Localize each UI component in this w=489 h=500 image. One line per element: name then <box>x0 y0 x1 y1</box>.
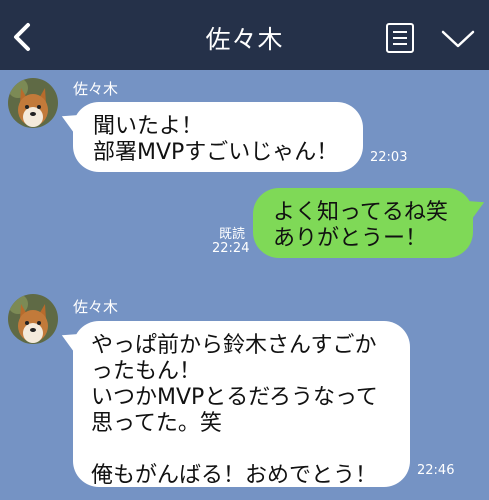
incoming-message-bubble[interactable]: 聞いたよ！ 部署MVPすごいじゃん！ <box>73 102 363 172</box>
menu-icon <box>386 23 414 53</box>
chevron-down-icon <box>441 30 475 48</box>
dropdown-button[interactable] <box>440 28 476 50</box>
sender-name: 佐々木 <box>73 80 119 98</box>
read-status: 既読 <box>218 227 245 242</box>
outgoing-message-bubble[interactable]: よく知ってるね笑 ありがとうー！ <box>253 188 473 258</box>
avatar[interactable] <box>8 78 58 128</box>
message-time: 22:46 <box>417 463 455 478</box>
avatar[interactable] <box>8 294 58 344</box>
shiba-dog-avatar-icon <box>8 78 58 128</box>
message-time: 22:24 <box>212 241 250 256</box>
shiba-dog-avatar-icon <box>8 294 58 344</box>
menu-button[interactable] <box>385 23 415 53</box>
message-time: 22:03 <box>370 150 408 165</box>
chat-header: 佐々木 <box>0 0 489 70</box>
chat-title: 佐々木 <box>205 25 284 54</box>
incoming-message-bubble[interactable]: やっぱ前から鈴木さんすごかったもん！ いつかMVPとるだろうなって思ってた。笑 … <box>73 321 410 488</box>
sender-name: 佐々木 <box>73 298 119 316</box>
